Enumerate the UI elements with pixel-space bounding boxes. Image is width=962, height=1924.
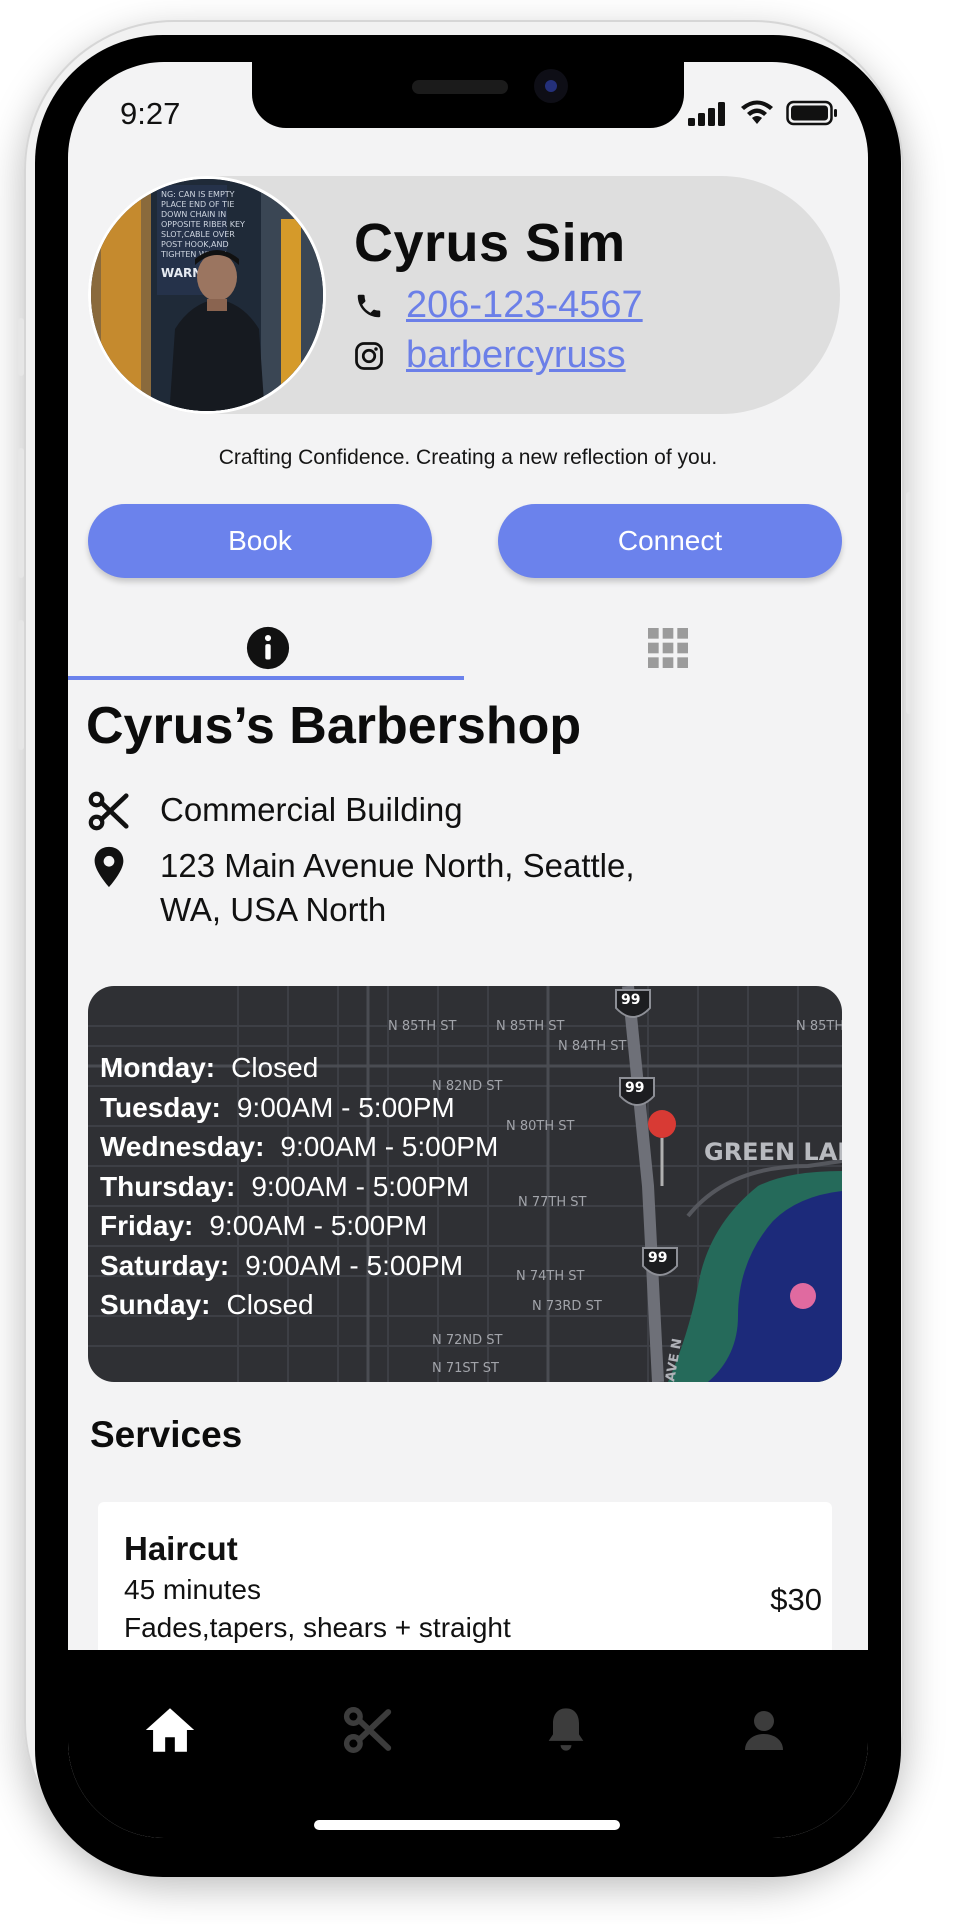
- hours-day: Sunday:: [100, 1289, 211, 1320]
- grid-icon: [648, 628, 688, 668]
- hours-row: Wednesday: 9:00AM - 5:00PM: [100, 1127, 498, 1167]
- hours-time: 9:00AM - 5:00PM: [251, 1170, 470, 1202]
- phone-link[interactable]: 206-123-4567: [406, 284, 643, 327]
- hours-day: Monday:: [100, 1052, 216, 1083]
- book-button[interactable]: Book: [88, 504, 432, 578]
- map-street-80: N 80TH ST: [506, 1119, 574, 1134]
- highway-shield-1: 99: [621, 992, 640, 1008]
- front-camera: [534, 69, 568, 103]
- map-green-lake-label: GREEN LAKE: [704, 1138, 842, 1166]
- shop-address: 123 Main Avenue North, Seattle, WA, USA …: [160, 844, 635, 932]
- hours-row: Thursday: 9:00AM - 5:00PM: [100, 1167, 498, 1207]
- location-pin-icon: [94, 846, 124, 888]
- hours-time: 9:00AM - 5:00PM: [236, 1091, 455, 1123]
- avatar-photo: NG: CAN IS EMPTY PLACE END OF TIE DOWN C…: [91, 179, 323, 411]
- notch: [252, 62, 684, 128]
- hours-row: Monday: Closed: [100, 1048, 498, 1088]
- tab-info[interactable]: [68, 616, 468, 680]
- services-heading: Services: [90, 1414, 243, 1455]
- instagram-link[interactable]: barbercyruss: [406, 334, 626, 377]
- tagline: Crafting Confidence. Creating a new refl…: [218, 446, 718, 469]
- map-street-85b: N 85TH ST: [496, 1019, 564, 1034]
- hours-time: Closed: [231, 1052, 319, 1083]
- svg-text:POST HOOK,AND: POST HOOK,AND: [161, 240, 229, 249]
- service-price: $30: [770, 1582, 822, 1617]
- shop-type: Commercial Building: [160, 791, 463, 828]
- connect-button[interactable]: Connect: [498, 504, 842, 578]
- app-screen: 9:27 NG: CAN IS EMPTY PLACE END OF TIE D…: [68, 62, 868, 1838]
- map-street-77: N 77TH ST: [518, 1195, 586, 1210]
- phone-row: 206-123-4567: [354, 284, 643, 327]
- hours-row: Sunday: Closed: [100, 1285, 498, 1325]
- avatar[interactable]: NG: CAN IS EMPTY PLACE END OF TIE DOWN C…: [88, 176, 326, 414]
- service-name: Haircut: [124, 1530, 238, 1567]
- hours-day: Saturday:: [100, 1249, 230, 1281]
- nav-profile[interactable]: [724, 1690, 804, 1770]
- hours-day: Wednesday:: [100, 1131, 265, 1162]
- map-street-74: N 74TH ST: [516, 1269, 584, 1284]
- info-icon: [246, 626, 290, 670]
- hours-time: 9:00AM - 5:00PM: [280, 1131, 499, 1162]
- highway-shield-3: 99: [648, 1250, 667, 1266]
- status-time: 9:27: [120, 96, 181, 131]
- speaker-grille: [412, 80, 508, 94]
- scissors-icon: [88, 791, 129, 831]
- hours-day: Thursday:: [100, 1170, 236, 1202]
- svg-text:DOWN CHAIN IN: DOWN CHAIN IN: [161, 210, 226, 219]
- map-street-85c: N 85TH: [796, 1019, 842, 1034]
- nav-home[interactable]: [130, 1690, 210, 1770]
- phone-icon: [357, 294, 381, 317]
- home-indicator[interactable]: [314, 1820, 620, 1830]
- shop-address-row: 123 Main Avenue North, Seattle, WA, USA …: [86, 844, 635, 932]
- svg-text:NG: CAN IS EMPTY: NG: CAN IS EMPTY: [161, 190, 235, 199]
- hours-time: 9:00AM - 5:00PM: [245, 1249, 464, 1281]
- home-icon: [145, 1708, 195, 1752]
- address-line-2: WA, USA North: [160, 891, 387, 928]
- bell-icon: [548, 1708, 584, 1751]
- hours-day: Tuesday:: [100, 1091, 221, 1123]
- status-icons: [688, 100, 838, 126]
- hours-time: Closed: [226, 1289, 314, 1320]
- service-duration: 45 minutes: [124, 1574, 261, 1605]
- wifi-icon: [741, 100, 773, 124]
- shop-title: Cyrus’s Barbershop: [86, 697, 582, 755]
- map-street-73: N 73RD ST: [532, 1299, 602, 1314]
- instagram-icon: [355, 341, 383, 370]
- nav-services[interactable]: [328, 1690, 408, 1770]
- business-hours: Monday: Closed Tuesday: 9:00AM - 5:00PM Wedn…: [100, 1048, 498, 1325]
- business-hours-map-card[interactable]: 99 99 99 N 85TH ST N 85TH ST N 85TH N 84…: [88, 986, 842, 1382]
- svg-text:SLOT,CABLE OVER: SLOT,CABLE OVER: [161, 230, 235, 239]
- svg-text:OPPOSITE RIBER KEY: OPPOSITE RIBER KEY: [161, 220, 245, 229]
- svg-text:PLACE END OF TIE: PLACE END OF TIE: [161, 200, 234, 209]
- address-line-1: 123 Main Avenue North, Seattle,: [160, 847, 635, 884]
- hours-row: Tuesday: 9:00AM - 5:00PM: [100, 1088, 498, 1128]
- barber-name: Cyrus Sim: [354, 213, 626, 273]
- battery-icon: [786, 100, 837, 126]
- map-street-71: N 71ST ST: [432, 1361, 499, 1376]
- map-street-85: N 85TH ST: [388, 1019, 456, 1034]
- hours-row: Saturday: 9:00AM - 5:00PM: [100, 1246, 498, 1286]
- map-street-72: N 72ND ST: [432, 1333, 503, 1348]
- silent-switch: [18, 318, 24, 376]
- highway-shield-2: 99: [625, 1080, 644, 1096]
- signal-icon: [688, 102, 725, 126]
- nav-notifications[interactable]: [526, 1690, 606, 1770]
- volume-up-button: [18, 448, 24, 578]
- bottom-nav: [68, 1650, 868, 1838]
- active-tab-indicator: [68, 676, 464, 680]
- map-street-84: N 84TH ST: [558, 1039, 626, 1054]
- instagram-row: barbercyruss: [354, 334, 626, 377]
- hours-time: 9:00AM - 5:00PM: [209, 1210, 428, 1241]
- tab-gallery[interactable]: [468, 616, 868, 680]
- volume-down-button: [18, 620, 24, 750]
- scissors-icon: [343, 1707, 392, 1753]
- hours-day: Friday:: [100, 1210, 194, 1241]
- power-button: [906, 492, 912, 714]
- person-icon: [745, 1711, 783, 1750]
- hours-row: Friday: 9:00AM - 5:00PM: [100, 1206, 498, 1246]
- shop-type-row: Commercial Building: [86, 788, 463, 834]
- service-description: Fades,tapers, shears + straight: [124, 1612, 511, 1643]
